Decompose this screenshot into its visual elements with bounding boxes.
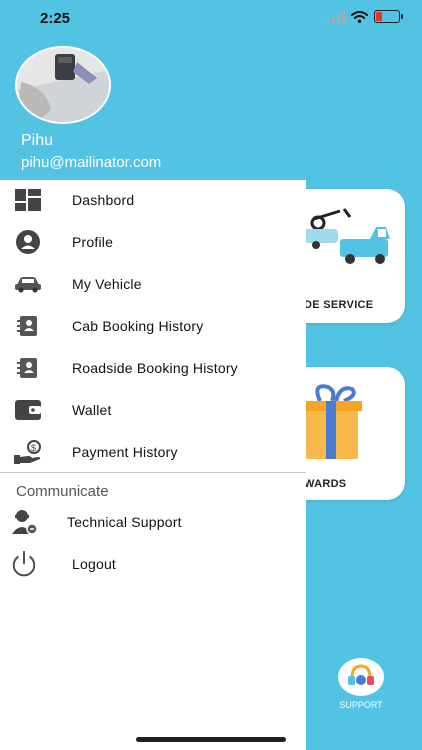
payment-icon: $: [14, 438, 42, 466]
home-indicator[interactable]: [136, 737, 286, 742]
menu-item-logout[interactable]: Logout: [0, 544, 306, 584]
car-icon: [14, 270, 42, 298]
status-time: 2:25: [40, 10, 71, 27]
wallet-icon: [14, 396, 42, 424]
power-icon: [10, 550, 38, 578]
wifi-icon: [351, 10, 368, 23]
menu-item-label: Cab Booking History: [72, 318, 204, 334]
menu-item-label: Payment History: [72, 444, 178, 460]
booking-history-icon: [14, 312, 42, 340]
battery-icon: [374, 10, 403, 23]
menu-item-roadside-booking-history[interactable]: Roadside Booking History: [0, 348, 306, 388]
navigation-drawer: Dashbord Profile My Vehicle Cab Booking …: [0, 180, 306, 750]
menu-item-label: Dashbord: [72, 192, 135, 208]
menu-item-my-vehicle[interactable]: My Vehicle: [0, 264, 306, 304]
menu-item-cab-booking-history[interactable]: Cab Booking History: [0, 306, 306, 346]
menu-item-label: Technical Support: [67, 514, 182, 530]
status-bar: 2:25: [0, 0, 422, 40]
status-icons: [327, 10, 403, 23]
person-icon: [14, 228, 42, 256]
booking-history-icon: [14, 354, 42, 382]
avatar[interactable]: [15, 46, 111, 124]
menu-item-payment-history[interactable]: $ Payment History: [0, 432, 306, 472]
menu-item-label: Profile: [72, 234, 114, 250]
signal-icon: [327, 10, 345, 23]
menu-item-label: Logout: [72, 556, 117, 572]
menu-item-profile[interactable]: Profile: [0, 222, 306, 262]
menu-item-technical-support[interactable]: Technical Support: [0, 502, 306, 542]
divider: [0, 472, 306, 473]
menu-item-wallet[interactable]: Wallet: [0, 390, 306, 430]
support-button[interactable]: [338, 658, 384, 696]
support-label: SUPPORT: [339, 700, 383, 710]
roadside-service-label: DE SERVICE: [304, 299, 374, 311]
rewards-label: WARDS: [304, 478, 347, 490]
dashboard-icon: [14, 186, 42, 214]
menu-item-label: Roadside Booking History: [72, 360, 238, 376]
user-email: pihu@mailinator.com: [21, 154, 162, 171]
section-title-communicate: Communicate: [16, 483, 109, 500]
technical-support-icon: [10, 508, 38, 536]
menu-item-label: Wallet: [72, 402, 112, 418]
user-name: Pihu: [21, 132, 54, 149]
svg-text:$: $: [31, 443, 36, 453]
menu-item-label: My Vehicle: [72, 276, 142, 292]
support-icon: [348, 664, 374, 685]
menu-item-dashboard[interactable]: Dashbord: [0, 180, 306, 220]
